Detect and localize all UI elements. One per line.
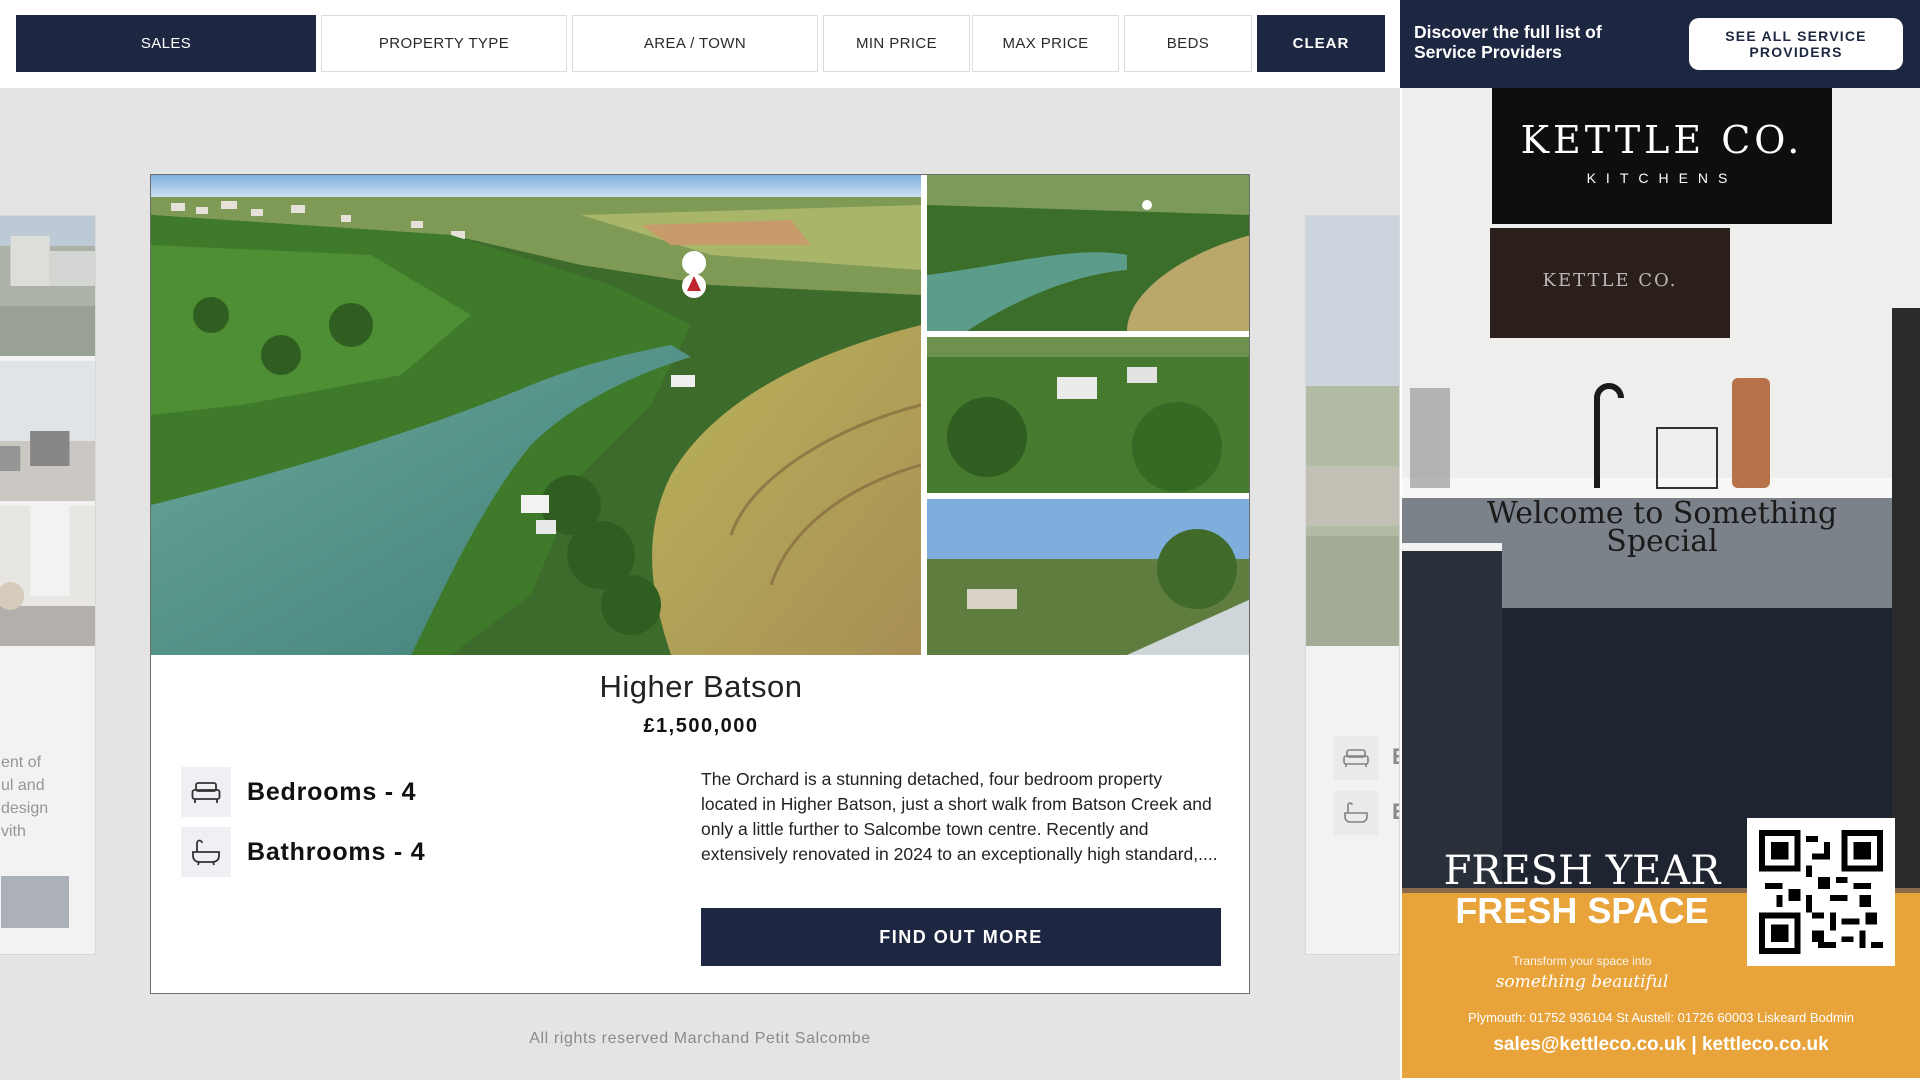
advert-phone-numbers: Plymouth: 01752 936104 St Austell: 01726… [1468, 1010, 1854, 1025]
previous-property-card[interactable]: ent of ul and design vith [0, 215, 96, 955]
property-type-filter-button[interactable]: PROPERTY TYPE [321, 15, 567, 72]
area-town-filter-button[interactable]: AREA / TOWN [572, 15, 818, 72]
next-property-bedrooms-label: E [1392, 744, 1399, 770]
next-property-photo [1306, 216, 1399, 646]
footer-copyright: All rights reserved Marchand Petit Salco… [529, 1030, 871, 1047]
property-main-photo[interactable] [151, 175, 921, 655]
advert-tv-logo: KETTLE CO. [1542, 270, 1678, 291]
advert-fresh-space: FRESH SPACE [1455, 890, 1709, 931]
advert-brand-logo: KETTLE CO. KITCHENS [1492, 88, 1832, 224]
bed-icon [1334, 736, 1378, 780]
filter-bar: SALES PROPERTY TYPE AREA / TOWN MIN PRIC… [0, 0, 1400, 88]
bathrooms-feature: Bathrooms - 4 [181, 827, 425, 877]
bedrooms-label: Bedrooms - 4 [247, 777, 417, 806]
property-price: £1,500,000 [643, 715, 759, 737]
bathrooms-label: Bathrooms - 4 [247, 837, 426, 866]
kettle-co-advert[interactable]: KETTLE CO. KITCHENS KETTLE CO. Welcome t… [1402, 88, 1920, 1078]
next-property-card[interactable]: E E [1305, 215, 1400, 955]
advert-fresh-year: FRESH YEAR [1443, 848, 1721, 894]
bedrooms-feature: Bedrooms - 4 [181, 767, 416, 817]
sales-filter-button[interactable]: SALES [16, 15, 316, 72]
advert-brand-name: KETTLE CO. [1520, 118, 1804, 162]
discover-text: Discover the full list of Service Provid… [1414, 22, 1602, 62]
property-thumbnail-1[interactable] [927, 175, 1250, 331]
bed-icon [181, 767, 231, 817]
beds-filter-button[interactable]: BEDS [1124, 15, 1252, 72]
see-all-service-providers-button[interactable]: SEE ALL SERVICE PROVIDERS [1689, 18, 1903, 70]
property-card: Higher Batson £1,500,000 Bedrooms - 4 Ba… [150, 174, 1250, 994]
find-out-more-button[interactable]: FIND OUT MORE [701, 908, 1221, 966]
advert-contact: sales@kettleco.co.uk | kettleco.co.uk [1493, 1034, 1829, 1055]
previous-property-description: ent of ul and design vith [1, 754, 49, 840]
previous-property-photo-3 [0, 506, 95, 646]
max-price-filter-button[interactable]: MAX PRICE [972, 15, 1119, 72]
advert-beautiful-text: something beautiful [1495, 972, 1669, 992]
qr-code-icon [1747, 818, 1895, 966]
advert-tv-screen: KETTLE CO. [1490, 228, 1730, 338]
service-providers-header: Discover the full list of Service Provid… [1400, 0, 1920, 88]
property-thumbnail-2[interactable] [927, 337, 1250, 493]
clear-filters-button[interactable]: CLEAR [1257, 15, 1385, 72]
bath-icon [181, 827, 231, 877]
property-title: Higher Batson [599, 669, 803, 704]
advert-brand-sub: KITCHENS [1586, 170, 1738, 186]
bath-icon [1334, 791, 1378, 835]
next-property-bathrooms-label: E [1392, 799, 1399, 825]
previous-property-photo-2 [0, 361, 95, 501]
advert-welcome-text: Welcome to Something Special [1486, 496, 1838, 559]
property-thumbnail-3[interactable] [927, 499, 1250, 655]
previous-property-button[interactable] [1, 876, 69, 928]
previous-property-photo [0, 216, 95, 356]
advert-transform-text: Transform your space into [1512, 954, 1652, 968]
min-price-filter-button[interactable]: MIN PRICE [823, 15, 970, 72]
service-providers-panel: Discover the full list of Service Provid… [1400, 0, 1920, 1080]
property-description: The Orchard is a stunning detached, four… [701, 769, 1218, 864]
